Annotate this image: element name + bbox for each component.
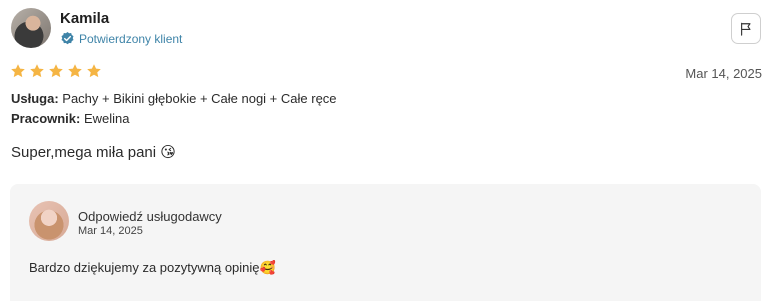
verified-badge: Potwierdzony klient bbox=[60, 31, 182, 46]
reviewer-avatar bbox=[11, 8, 51, 48]
reviewer-name: Kamila bbox=[60, 10, 110, 27]
employee-value: Ewelina bbox=[80, 111, 130, 126]
service-label: Usługa: bbox=[11, 91, 59, 106]
review-date: Mar 14, 2025 bbox=[685, 66, 762, 81]
flag-icon bbox=[741, 22, 751, 36]
provider-avatar bbox=[29, 201, 69, 241]
star-icon bbox=[49, 64, 63, 78]
verified-label: Potwierdzony klient bbox=[79, 31, 183, 46]
service-value: Pachy + Bikini głębokie + Całe nogi + Ca… bbox=[58, 91, 337, 106]
employee-detail: Pracownik: Ewelina bbox=[11, 111, 130, 126]
reply-title: Odpowiedź usługodawcy bbox=[78, 209, 222, 224]
employee-label: Pracownik: bbox=[11, 111, 81, 126]
provider-reply: Odpowiedź usługodawcy Mar 14, 2025 Bardz… bbox=[10, 184, 761, 301]
star-icon bbox=[11, 64, 25, 78]
verified-badge-icon bbox=[61, 31, 74, 45]
star-icon bbox=[87, 64, 101, 78]
service-detail: Usługa: Pachy + Bikini głębokie + Całe n… bbox=[11, 91, 337, 106]
review-text: Super,mega miła pani 😘 bbox=[11, 144, 176, 161]
reply-date: Mar 14, 2025 bbox=[78, 225, 143, 237]
star-icon bbox=[30, 64, 44, 78]
reply-text: Bardzo dziękujemy za pozytywną opinię🥰 bbox=[29, 260, 276, 275]
star-icon bbox=[68, 64, 82, 78]
star-rating bbox=[10, 63, 102, 79]
report-review-button[interactable] bbox=[731, 13, 761, 44]
